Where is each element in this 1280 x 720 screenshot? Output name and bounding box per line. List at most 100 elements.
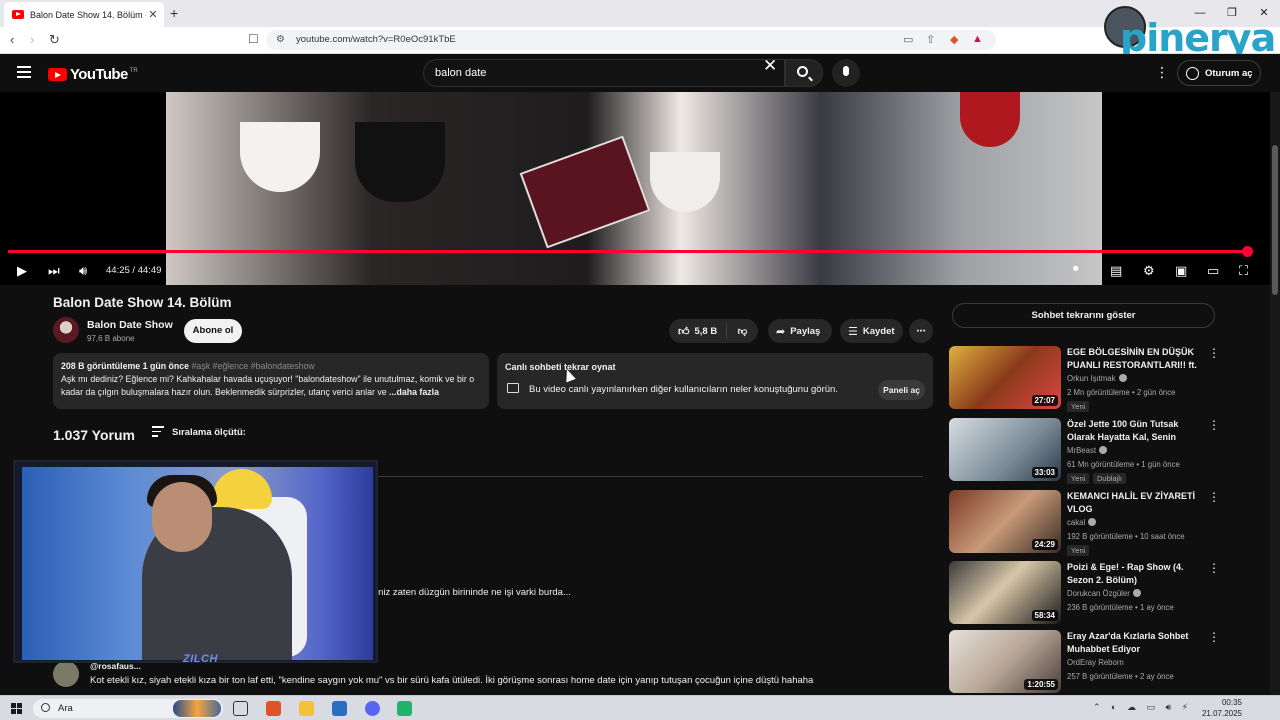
tab-close-icon[interactable]: ✕ (146, 8, 160, 21)
recommended-video[interactable]: 58:34 Poizi & Ege! - Rap Show (4. Sezon … (949, 561, 1220, 625)
fullscreen-icon[interactable]: ⛶ (1239, 263, 1248, 279)
channel-name[interactable]: OrdEray Reborn (1067, 658, 1124, 667)
clock-date: 21.07.2025 (1201, 709, 1242, 718)
search-input[interactable] (424, 60, 744, 86)
show-more-link[interactable]: ...daha fazla (389, 387, 439, 397)
recommended-video[interactable]: 27:07 EGE BÖLGESİNİN EN DÜŞÜK PUANLI RES… (949, 346, 1220, 412)
channel-name[interactable]: cakal (1067, 518, 1097, 527)
progress-bar[interactable] (8, 250, 1247, 253)
browser-tab[interactable]: Balon Date Show 14. Bölüm - YouTube ✕ (4, 2, 164, 27)
system-tray[interactable]: ⌃ ◐ ☁ ▭ 🔊︎ ⚡ (1093, 702, 1192, 713)
channel-name[interactable]: MrBeast (1067, 446, 1108, 455)
recommended-video[interactable]: 24:29 KEMANCI HALİL EV ZİYARETİ VLOG cak… (949, 490, 1220, 556)
file-explorer-icon[interactable] (299, 701, 314, 716)
brave-shield-icon[interactable]: ◆ (950, 33, 958, 46)
video-options-icon[interactable]: ⋮ (1208, 418, 1220, 432)
settings-kebab-icon[interactable]: ⋮ (1155, 64, 1169, 81)
channel-name[interactable]: Orkun Işıtmak (1067, 374, 1127, 383)
video-title[interactable]: EGE BÖLGESİNİN EN DÜŞÜK PUANLI RESTORANT… (1067, 346, 1199, 372)
channel-label: Orkun Işıtmak (1067, 374, 1116, 383)
recommended-video[interactable]: 1:20:55 Eray Azar'da Kızlarla Sohbet Muh… (949, 630, 1220, 694)
site-info-icon[interactable]: ⚙ (276, 30, 285, 50)
video-player[interactable]: ▶ ⏭ 🔊︎ 44:25 / 44:49 ⏺ ▤ ⚙ ▣ ▭ ⛶ (0, 92, 1270, 285)
video-title: Balon Date Show 14. Bölüm (53, 295, 232, 310)
miniplayer-icon[interactable]: ▣ (1175, 263, 1187, 279)
channel-name[interactable]: Balon Date Show (87, 319, 173, 331)
share-button[interactable]: ➦ Paylaş (768, 319, 832, 343)
video-options-icon[interactable]: ⋮ (1208, 561, 1220, 575)
new-tab-icon[interactable]: + (170, 5, 178, 21)
commenter-avatar[interactable] (53, 661, 79, 687)
cast-icon[interactable]: ▭ (903, 33, 913, 46)
reload-icon[interactable]: ↻ (49, 32, 60, 48)
chat-bubble-icon (507, 383, 519, 393)
video-duration: 33:03 (1031, 467, 1058, 478)
channel-avatar[interactable] (53, 317, 79, 343)
discord-icon[interactable] (365, 701, 380, 716)
new-badge: Yeni (1067, 545, 1090, 556)
like-button[interactable]: 👍︎ 5,8 B (669, 323, 727, 339)
video-title[interactable]: Poizi & Ege! - Rap Show (4. Sezon 2. Böl… (1067, 561, 1199, 587)
scrollbar-thumb[interactable] (1272, 145, 1278, 295)
video-thumbnail[interactable]: 58:34 (949, 561, 1061, 624)
url-field[interactable]: ⚙ youtube.com/watch?v=R0eOc91kTbE (266, 30, 996, 50)
play-icon[interactable]: ▶ (17, 263, 27, 279)
verified-icon (1118, 374, 1127, 382)
video-thumbnail[interactable]: 27:07 (949, 346, 1061, 409)
video-thumbnail[interactable]: 33:03 (949, 418, 1061, 481)
taskbar-search[interactable]: Ara (33, 699, 223, 718)
volume-icon[interactable]: 🔊︎ (79, 263, 87, 279)
forward-icon[interactable]: › (30, 32, 34, 47)
video-duration: 1:20:55 (1024, 679, 1058, 690)
bookmark-icon[interactable]: ☐ (248, 32, 259, 46)
app-icon[interactable] (397, 701, 412, 716)
dubbed-badge: Dublajlı (1093, 473, 1127, 484)
subtitles-icon[interactable]: ▤ (1110, 263, 1122, 279)
video-title[interactable]: Eray Azar'da Kızlarla Sohbet Muhabbet Ed… (1067, 630, 1199, 656)
rewards-icon[interactable]: ▲ (972, 33, 983, 45)
channel-name[interactable]: Dorukcan Özgüler (1067, 589, 1141, 598)
next-icon[interactable]: ⏭ (48, 263, 60, 279)
scrubber-handle[interactable] (1242, 246, 1253, 257)
show-chat-replay-button[interactable]: Sohbet tekrarını göster (952, 303, 1215, 328)
page-scrollbar[interactable] (1270, 92, 1280, 695)
search-button[interactable] (785, 59, 823, 87)
windows-start-icon[interactable] (11, 703, 22, 714)
brave-browser-icon[interactable] (266, 701, 281, 716)
subscribe-button[interactable]: Abone ol (184, 319, 242, 343)
share-page-icon[interactable]: ⇧ (926, 33, 935, 46)
taskbar-clock[interactable]: 00:35 21.07.2025 (1200, 697, 1242, 719)
view-count-date: 208 B görüntüleme 1 gün önce (61, 361, 190, 371)
back-icon[interactable]: ‹ (10, 32, 14, 47)
thumbs-down-icon: 👎︎ (737, 326, 748, 337)
sign-in-button[interactable]: Oturum aç (1177, 60, 1261, 86)
description-box[interactable]: 208 B görüntüleme 1 gün önce #aşk #eğlen… (53, 353, 489, 409)
theater-mode-icon[interactable]: ▭ (1207, 263, 1219, 279)
chat-replay-heading: Canlı sohbeti tekrar oynat (505, 362, 616, 372)
youtube-logo[interactable]: YouTube TR (48, 66, 138, 83)
video-meta: 257 B görüntüleme • 2 ay önce (1067, 672, 1174, 681)
autoplay-toggle-icon[interactable]: ⏺ (1073, 263, 1079, 276)
more-actions-button[interactable]: ⋯ (909, 319, 933, 343)
video-title[interactable]: KEMANCI HALİL EV ZİYARETİ VLOG (1067, 490, 1199, 516)
video-thumbnail[interactable]: 1:20:55 (949, 630, 1061, 693)
sort-comments-button[interactable]: Sıralama ölçütü: (152, 426, 246, 440)
menu-icon[interactable] (17, 66, 31, 78)
voice-search-icon[interactable] (832, 59, 860, 87)
task-view-icon[interactable] (233, 701, 248, 716)
video-options-icon[interactable]: ⋮ (1208, 490, 1220, 504)
video-thumbnail[interactable]: 24:29 (949, 490, 1061, 553)
video-title[interactable]: Özel Jette 100 Gün Tutsak Olarak Hayatta… (1067, 418, 1199, 444)
dislike-button[interactable]: 👎︎ (727, 325, 758, 337)
save-button[interactable]: ☰ Kaydet (840, 319, 903, 343)
open-panel-button[interactable]: Paneli aç (878, 380, 925, 400)
like-count: 5,8 B (694, 325, 718, 337)
recommended-video[interactable]: 33:03 Özel Jette 100 Gün Tutsak Olarak H… (949, 418, 1220, 484)
search-box[interactable] (423, 59, 785, 87)
hashtags[interactable]: #aşk #eğlence #balondateshow (192, 361, 315, 371)
video-options-icon[interactable]: ⋮ (1208, 346, 1220, 360)
settings-gear-icon[interactable]: ⚙ (1143, 263, 1155, 279)
video-options-icon[interactable]: ⋮ (1208, 630, 1220, 644)
app-icon[interactable] (332, 701, 347, 716)
clear-search-icon[interactable]: ✕ (763, 56, 777, 76)
